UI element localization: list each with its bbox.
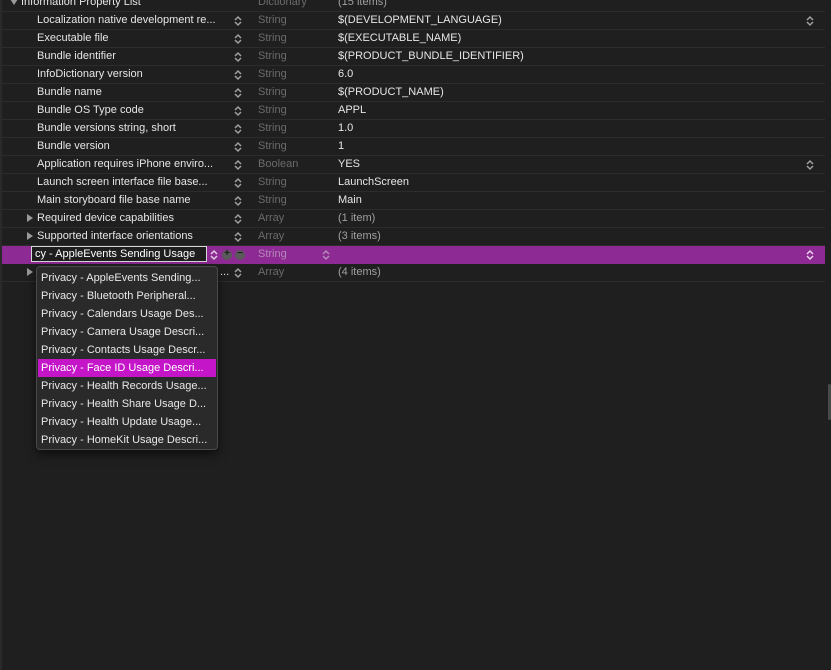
- row-key: Localization native development re...: [37, 14, 216, 26]
- row-value[interactable]: $(DEVELOPMENT_LANGUAGE): [338, 14, 502, 26]
- plist-root-row[interactable]: Information Property List Dictionary (15…: [2, 0, 825, 12]
- row-type: String: [258, 86, 287, 98]
- key-stepper-icon[interactable]: [209, 249, 219, 261]
- key-stepper-icon[interactable]: [233, 141, 243, 153]
- suggestion-item[interactable]: Privacy - Face ID Usage Descri...: [38, 359, 216, 377]
- suggestion-item[interactable]: Privacy - HomeKit Usage Descri...: [38, 431, 216, 449]
- row-type: String: [258, 122, 287, 134]
- row-value[interactable]: APPL: [338, 104, 366, 116]
- row-key: InfoDictionary version: [37, 68, 143, 80]
- plist-row[interactable]: Bundle identifier String $(PRODUCT_BUNDLE_…: [2, 48, 825, 66]
- row-key: Bundle OS Type code: [37, 104, 144, 116]
- row-key: Information Property List: [21, 0, 141, 8]
- row-key: Bundle version: [37, 140, 110, 152]
- plist-row[interactable]: Bundle OS Type code String APPL: [2, 102, 825, 120]
- suggestion-item[interactable]: Privacy - Camera Usage Descri...: [38, 323, 216, 341]
- row-type: String: [258, 194, 287, 206]
- row-type: Boolean: [258, 158, 299, 170]
- key-stepper-icon[interactable]: [233, 87, 243, 99]
- suggestion-item[interactable]: Privacy - Health Records Usage...: [38, 377, 216, 395]
- row-key: Main storyboard file base name: [37, 194, 191, 206]
- key-edit-field[interactable]: cy - AppleEvents Sending Usage: [31, 246, 207, 262]
- row-type: String: [258, 140, 287, 152]
- row-type: String: [258, 104, 287, 116]
- row-value[interactable]: $(EXECUTABLE_NAME): [338, 32, 461, 44]
- row-value[interactable]: YES: [338, 158, 360, 170]
- suggestion-item[interactable]: Privacy - Health Update Usage...: [38, 413, 216, 431]
- key-stepper-icon[interactable]: [233, 267, 243, 279]
- plist-row[interactable]: Executable file String $(EXECUTABLE_NAME): [2, 30, 825, 48]
- plist-row[interactable]: InfoDictionary version String 6.0: [2, 66, 825, 84]
- key-stepper-icon[interactable]: [233, 123, 243, 135]
- row-value[interactable]: $(PRODUCT_NAME): [338, 86, 444, 98]
- key-stepper-icon[interactable]: [233, 33, 243, 45]
- value-stepper-icon[interactable]: [805, 249, 815, 261]
- plist-row[interactable]: Bundle versions string, short String 1.0: [2, 120, 825, 138]
- row-key: Application requires iPhone enviro...: [37, 158, 214, 170]
- row-type: String: [258, 176, 287, 188]
- type-stepper-icon[interactable]: [321, 249, 331, 261]
- row-type: String: [258, 14, 287, 26]
- add-symbol: +: [224, 248, 230, 259]
- row-value[interactable]: (1 item): [338, 212, 375, 224]
- row-value[interactable]: $(PRODUCT_BUNDLE_IDENTIFIER): [338, 50, 524, 62]
- row-key: Bundle identifier: [37, 50, 116, 62]
- row-key: Bundle versions string, short: [37, 122, 176, 134]
- row-key: Bundle name: [37, 86, 102, 98]
- row-type: String: [258, 68, 287, 80]
- row-type: Array: [258, 266, 285, 278]
- row-type: Array: [258, 212, 285, 224]
- row-type: String: [258, 248, 287, 260]
- value-stepper-icon[interactable]: [805, 15, 815, 27]
- key-stepper-icon[interactable]: [233, 159, 243, 171]
- disclosure-closed-icon[interactable]: [27, 268, 33, 276]
- row-value: (15 items): [338, 0, 387, 8]
- suggestion-item[interactable]: Privacy - Bluetooth Peripheral...: [38, 287, 216, 305]
- row-key: Executable file: [37, 32, 109, 44]
- suggestion-item[interactable]: Privacy - Contacts Usage Descr...: [38, 341, 216, 359]
- row-value[interactable]: 1: [338, 140, 344, 152]
- key-stepper-icon[interactable]: [233, 69, 243, 81]
- key-stepper-icon[interactable]: [233, 213, 243, 225]
- plist-row[interactable]: Bundle version String 1: [2, 138, 825, 156]
- plist-row-editing[interactable]: cy - AppleEvents Sending Usage + − Strin…: [2, 246, 825, 264]
- key-suggestions-dropdown: Privacy - AppleEvents Sending... Privacy …: [36, 266, 218, 450]
- key-stepper-icon[interactable]: [233, 177, 243, 189]
- plist-row[interactable]: Bundle name String $(PRODUCT_NAME): [2, 84, 825, 102]
- suggestion-item[interactable]: Privacy - Calendars Usage Des...: [38, 305, 216, 323]
- plist-row[interactable]: Localization native development re... Str…: [2, 12, 825, 30]
- disclosure-closed-icon[interactable]: [27, 214, 33, 222]
- plist-row[interactable]: Application requires iPhone enviro... Boo…: [2, 156, 825, 174]
- remove-symbol: −: [237, 248, 243, 259]
- key-stepper-icon[interactable]: [233, 51, 243, 63]
- row-type: String: [258, 50, 287, 62]
- add-row-icon[interactable]: +: [222, 248, 232, 260]
- row-value: (4 items): [338, 266, 381, 278]
- plist-row[interactable]: Launch screen interface file base... Stri…: [2, 174, 825, 192]
- key-stepper-icon[interactable]: [233, 195, 243, 207]
- row-type: Dictionary: [258, 0, 307, 8]
- key-stepper-icon[interactable]: [233, 105, 243, 117]
- suggestion-item[interactable]: Privacy - AppleEvents Sending...: [38, 269, 216, 287]
- row-value[interactable]: 1.0: [338, 122, 353, 134]
- row-key: Required device capabilities: [37, 212, 174, 224]
- plist-row[interactable]: Supported interface orientations Array (3 …: [2, 228, 825, 246]
- remove-row-icon[interactable]: −: [235, 248, 245, 260]
- row-type: String: [258, 32, 287, 44]
- row-key: Supported interface orientations: [37, 230, 193, 242]
- disclosure-closed-icon[interactable]: [27, 232, 33, 240]
- value-stepper-icon[interactable]: [805, 159, 815, 171]
- plist-row[interactable]: Main storyboard file base name String Main: [2, 192, 825, 210]
- row-type: Array: [258, 230, 285, 242]
- row-value[interactable]: (3 items): [338, 230, 381, 242]
- row-value[interactable]: Main: [338, 194, 362, 206]
- key-stepper-icon[interactable]: [233, 231, 243, 243]
- row-key: Launch screen interface file base...: [37, 176, 208, 188]
- suggestion-item[interactable]: Privacy - Health Share Usage D...: [38, 395, 216, 413]
- row-value[interactable]: 6.0: [338, 68, 353, 80]
- key-stepper-icon[interactable]: [233, 15, 243, 27]
- plist-row[interactable]: Required device capabilities Array (1 item…: [2, 210, 825, 228]
- row-value[interactable]: LaunchScreen: [338, 176, 409, 188]
- disclosure-open-icon[interactable]: [10, 0, 18, 5]
